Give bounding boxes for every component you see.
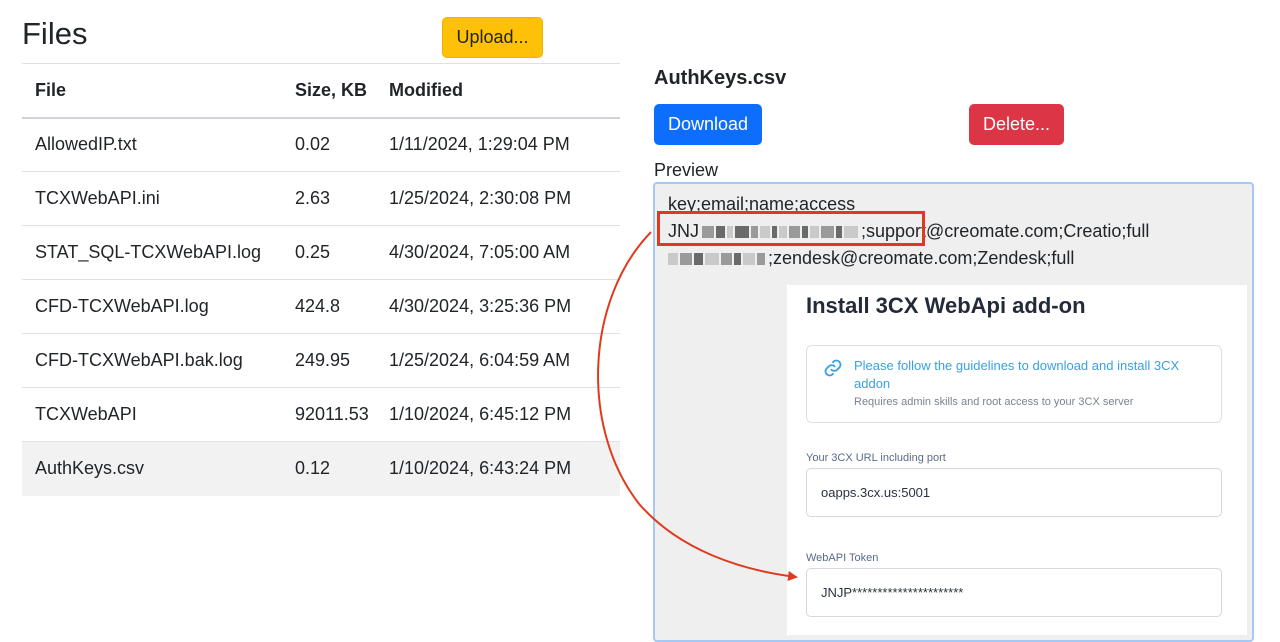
files-table: File Size, KB Modified AllowedIP.txt 0.0… xyxy=(22,63,620,496)
preview-line-text: ;zendesk@creomate.com;Zendesk;full xyxy=(768,248,1075,268)
preview-line: ;zendesk@creomate.com;Zendesk;full xyxy=(668,248,1074,269)
cell-modified: 1/10/2024, 6:43:24 PM xyxy=(376,441,620,496)
link-icon xyxy=(824,359,842,377)
redacted-key xyxy=(668,251,765,267)
cell-file: TCXWebAPI.ini xyxy=(22,171,282,226)
delete-button[interactable]: Delete... xyxy=(969,104,1064,145)
url-field-label: Your 3CX URL including port xyxy=(806,452,946,464)
guidelines-subtext: Requires admin skills and root access to… xyxy=(854,396,1134,408)
annotation-highlight-box xyxy=(657,211,925,246)
table-row[interactable]: CFD-TCXWebAPI.log 424.8 4/30/2024, 3:25:… xyxy=(22,279,620,334)
cell-modified: 4/30/2024, 3:25:36 PM xyxy=(376,279,620,334)
cell-modified: 4/30/2024, 7:05:00 AM xyxy=(376,225,620,280)
table-row[interactable]: STAT_SQL-TCXWebAPI.log 0.25 4/30/2024, 7… xyxy=(22,225,620,280)
cell-modified: 1/10/2024, 6:45:12 PM xyxy=(376,387,620,442)
cell-size: 0.12 xyxy=(282,441,376,496)
cell-file: TCXWebAPI xyxy=(22,387,282,442)
cell-size: 92011.53 xyxy=(282,387,376,442)
upload-button[interactable]: Upload... xyxy=(442,17,543,58)
cell-modified: 1/25/2024, 2:30:08 PM xyxy=(376,171,620,226)
cell-modified: 1/25/2024, 6:04:59 AM xyxy=(376,333,620,388)
token-field-label: WebAPI Token xyxy=(806,552,879,564)
guidelines-card[interactable]: Please follow the guidelines to download… xyxy=(806,345,1222,423)
cell-file: CFD-TCXWebAPI.bak.log xyxy=(22,333,282,388)
download-button[interactable]: Download xyxy=(654,104,762,145)
cell-file: STAT_SQL-TCXWebAPI.log xyxy=(22,225,282,280)
cell-size: 249.95 xyxy=(282,333,376,388)
addon-title: Install 3CX WebApi add-on xyxy=(806,293,1086,318)
cell-file: AllowedIP.txt xyxy=(22,117,282,172)
cell-size: 0.02 xyxy=(282,117,376,172)
token-field[interactable]: JNJP********************** xyxy=(806,568,1222,617)
addon-install-panel: Install 3CX WebApi add-on Please follow … xyxy=(787,285,1247,635)
guidelines-link[interactable]: Please follow the guidelines to download… xyxy=(854,357,1204,393)
table-row[interactable]: AllowedIP.txt 0.02 1/11/2024, 1:29:04 PM xyxy=(22,117,620,172)
cell-file: AuthKeys.csv xyxy=(22,441,282,496)
files-title: Files xyxy=(22,16,88,51)
header-file[interactable]: File xyxy=(22,63,282,119)
table-row[interactable]: TCXWebAPI 92011.53 1/10/2024, 6:45:12 PM xyxy=(22,387,620,442)
selected-file-title: AuthKeys.csv xyxy=(654,67,787,89)
header-modified[interactable]: Modified xyxy=(376,63,620,119)
cell-size: 0.25 xyxy=(282,225,376,280)
header-size[interactable]: Size, KB xyxy=(282,63,376,119)
table-row[interactable]: CFD-TCXWebAPI.bak.log 249.95 1/25/2024, … xyxy=(22,333,620,388)
table-row[interactable]: TCXWebAPI.ini 2.63 1/25/2024, 2:30:08 PM xyxy=(22,171,620,226)
url-field[interactable]: oapps.3cx.us:5001 xyxy=(806,468,1222,517)
table-header-row: File Size, KB Modified xyxy=(22,63,620,119)
preview-label: Preview xyxy=(654,160,719,180)
cell-modified: 1/11/2024, 1:29:04 PM xyxy=(376,117,620,172)
cell-size: 424.8 xyxy=(282,279,376,334)
cell-size: 2.63 xyxy=(282,171,376,226)
cell-file: CFD-TCXWebAPI.log xyxy=(22,279,282,334)
table-row-selected[interactable]: AuthKeys.csv 0.12 1/10/2024, 6:43:24 PM xyxy=(22,441,620,496)
